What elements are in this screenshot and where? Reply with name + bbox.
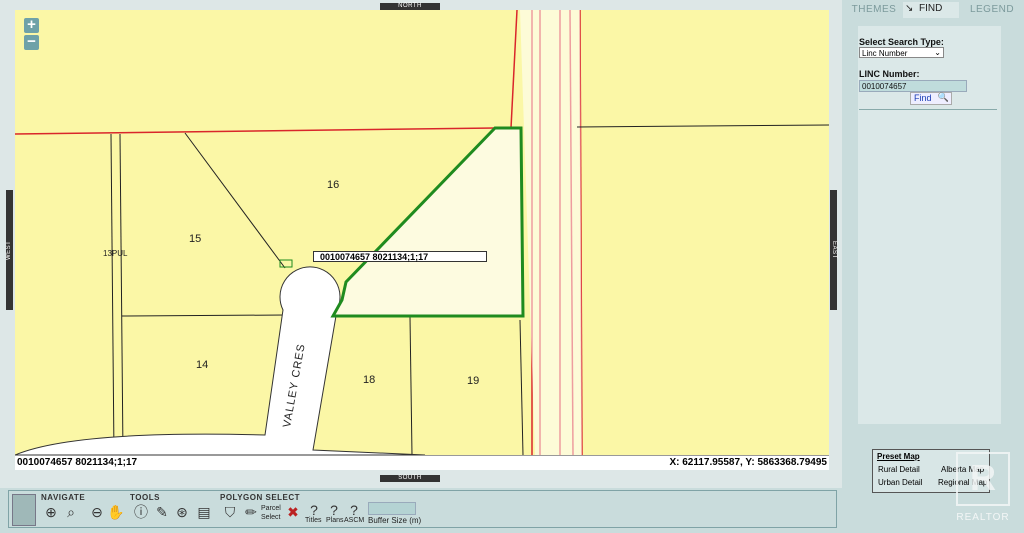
- lot-14-label: 14: [196, 359, 208, 371]
- overview-thumbnail[interactable]: [12, 494, 36, 526]
- search-icon: 🔍: [937, 92, 949, 102]
- realtor-watermark-text: REALTOR: [956, 512, 1010, 523]
- lot-19-label: 19: [467, 375, 479, 387]
- parcel-select-label: Parcel Select: [261, 505, 281, 521]
- polygon-select-label: POLYGON SELECT: [220, 493, 301, 502]
- zoom-out-button[interactable]: −: [24, 34, 39, 50]
- tab-find-active[interactable]: ↘ FIND: [903, 2, 959, 18]
- chevron-down-icon: ⌄: [934, 48, 941, 57]
- find-button[interactable]: Find 🔍: [910, 92, 952, 105]
- search-type-label: Select Search Type:: [859, 37, 944, 47]
- status-parcel-text: 0010074657 8021134;1;17: [17, 457, 138, 468]
- find-button-label: Find: [914, 93, 932, 103]
- search-type-value: Linc Number: [862, 49, 908, 58]
- lot-18-label: 18: [363, 374, 375, 386]
- tab-find-label: FIND: [919, 3, 943, 14]
- titles-icon[interactable]: ?: [306, 502, 322, 518]
- search-type-select[interactable]: Linc Number ⌄: [859, 47, 944, 58]
- compass-east[interactable]: EAST: [830, 190, 837, 310]
- compass-west[interactable]: WEST: [6, 190, 13, 310]
- buffer-size-input[interactable]: [368, 502, 416, 515]
- status-coordinates: X: 62117.95587, Y: 5863368.79495: [669, 457, 827, 468]
- realtor-logo-icon: R: [956, 452, 1010, 506]
- lot-15-label: 15: [189, 233, 201, 245]
- preset-map-title: Preset Map: [877, 452, 920, 461]
- compass-north[interactable]: NORTH: [380, 3, 440, 10]
- ascm-label[interactable]: ASCM: [344, 517, 364, 524]
- zoom-in-button[interactable]: +: [24, 17, 39, 33]
- plans-icon[interactable]: ?: [326, 502, 342, 518]
- status-bar: 0010074657 8021134;1;17 X: 62117.95587, …: [15, 455, 829, 470]
- side-label: 13PUL: [103, 249, 128, 258]
- info-tool-icon[interactable]: ⓘ: [133, 504, 149, 520]
- pan-hand-icon[interactable]: ✋: [107, 504, 124, 520]
- tab-legend[interactable]: LEGEND: [963, 3, 1021, 17]
- map-frame: NORTH SOUTH WEST EAST 16 15 14 18 19 13P…: [0, 0, 842, 488]
- realtor-watermark: R REALTOR: [950, 450, 1016, 530]
- titles-label[interactable]: Titles: [305, 517, 321, 524]
- rural-detail-link[interactable]: Rural Detail: [878, 465, 920, 474]
- parcel-select-icon[interactable]: ✏: [243, 504, 259, 520]
- buffer-size-label: Buffer Size (m): [368, 516, 422, 525]
- linc-number-input[interactable]: 0010074657: [859, 80, 967, 92]
- tab-themes[interactable]: THEMES: [845, 3, 903, 17]
- print-tool-icon[interactable]: ▤: [196, 504, 212, 520]
- zoom-in-tool-icon[interactable]: ⊕: [43, 504, 59, 520]
- zoom-extent-tool-icon[interactable]: ⌕: [63, 504, 79, 520]
- clear-selection-icon[interactable]: ✖: [285, 504, 301, 520]
- locate-tool-icon[interactable]: ⊛: [174, 504, 190, 520]
- urban-detail-link[interactable]: Urban Detail: [878, 478, 922, 487]
- linc-number-label: LINC Number:: [859, 69, 920, 79]
- arrow-icon: ↘: [905, 3, 914, 14]
- lot-16-label: 16: [327, 179, 339, 191]
- ascm-icon[interactable]: ?: [346, 502, 362, 518]
- compass-south[interactable]: SOUTH: [380, 475, 440, 482]
- map-canvas[interactable]: 16 15 14 18 19 13PUL VALLEY CRES 0010074…: [15, 10, 829, 455]
- toolbar: NAVIGATE ⊕ ⌕ ⊖ ✋ TOOLS ⓘ ✎ ⊛ ▤ POLYGON S…: [8, 490, 837, 528]
- tools-label: TOOLS: [130, 493, 160, 502]
- plans-label[interactable]: Plans: [326, 517, 344, 524]
- parcel-map: 16 15 14 18 19 13PUL VALLEY CRES: [15, 10, 829, 455]
- find-panel: Select Search Type: Linc Number ⌄ LINC N…: [858, 26, 1001, 424]
- measure-tool-icon[interactable]: ✎: [154, 504, 170, 520]
- zoom-out-tool-icon[interactable]: ⊖: [89, 504, 105, 520]
- panel-divider: [859, 109, 997, 110]
- navigate-label: NAVIGATE: [41, 493, 86, 502]
- polygon-tool-icon[interactable]: ⛉: [222, 504, 238, 520]
- parcel-callout: 0010074657 8021134;1;17: [313, 251, 487, 262]
